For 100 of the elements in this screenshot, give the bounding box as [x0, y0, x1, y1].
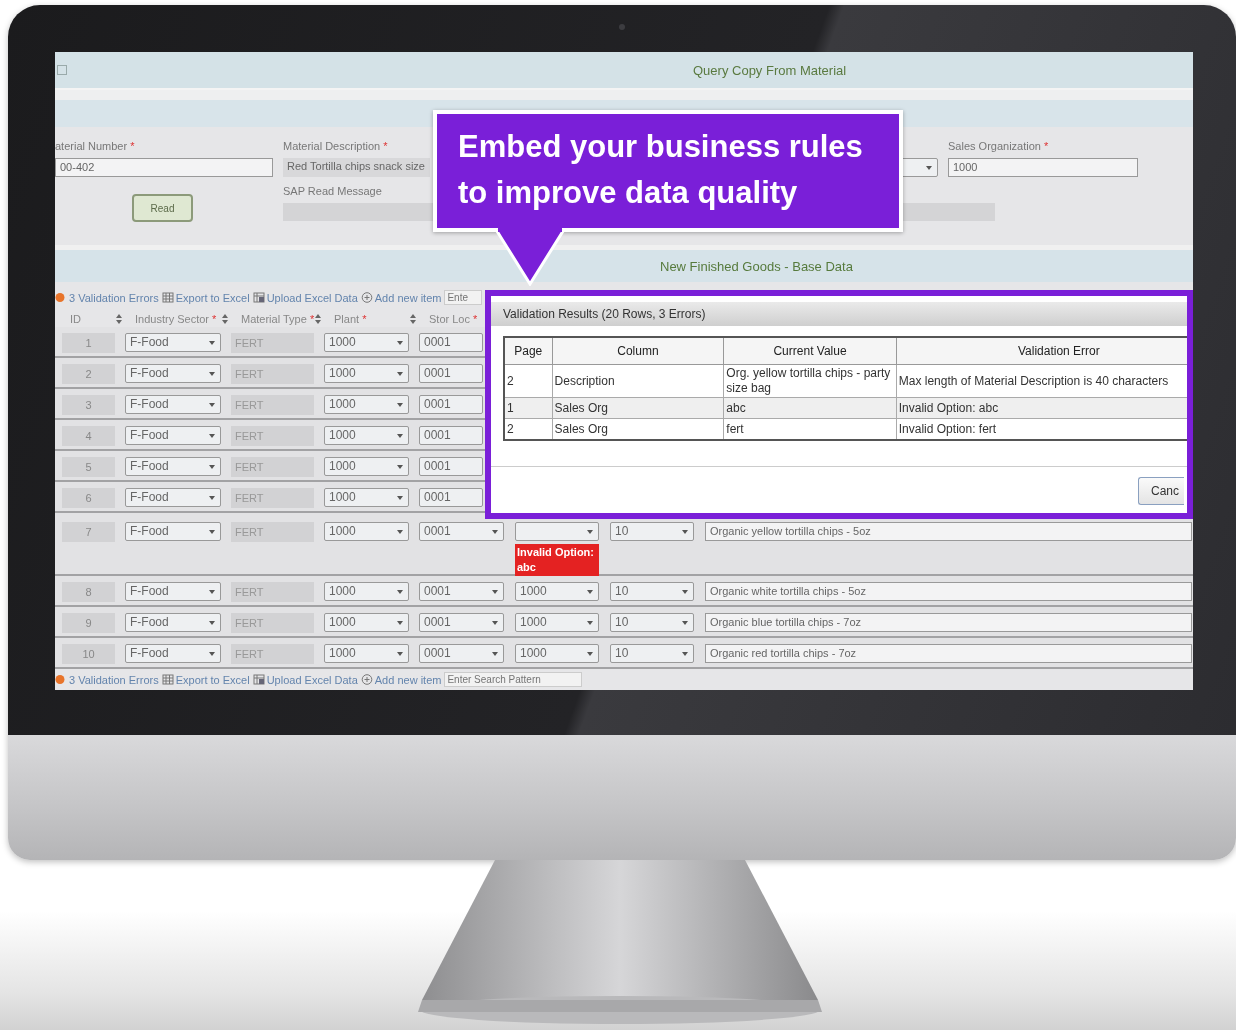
select-field[interactable] [515, 522, 599, 541]
select-field[interactable]: 1000 [515, 613, 599, 632]
select-field[interactable]: 1000 [324, 364, 409, 383]
caret-icon [397, 403, 403, 407]
table-cell: 2 [504, 418, 553, 440]
caret-icon [587, 652, 593, 656]
search-field[interactable]: Enter Search Pattern [444, 672, 583, 687]
table-cell: FERT [231, 488, 314, 508]
table-cell: FERT [231, 613, 314, 633]
column-header: Page [504, 337, 553, 365]
select-field[interactable]: 0001 [419, 426, 483, 445]
select-field[interactable]: 10 [610, 522, 694, 541]
callout-pointer [495, 228, 565, 286]
select-field[interactable]: 0001 [419, 522, 504, 541]
material-description-field: Red Tortilla chips snack size [283, 158, 430, 177]
column-header[interactable]: ID [70, 312, 81, 325]
sort-icon[interactable] [410, 313, 416, 324]
select-field[interactable]: 0001 [419, 457, 483, 476]
caret-icon [682, 590, 688, 594]
select-field[interactable]: F-Food [125, 364, 221, 383]
column-header: Validation Error [896, 337, 1187, 365]
table-cell: 1 [504, 397, 553, 419]
upload-link[interactable]: Upload Excel Data [252, 291, 358, 304]
select-field[interactable]: 1000 [324, 613, 409, 632]
caret-icon [209, 621, 215, 625]
select-field[interactable]: 1000 [324, 644, 409, 663]
select-field[interactable]: 1000 [324, 457, 409, 476]
select-field[interactable]: F-Food [125, 644, 221, 663]
add-item-link[interactable]: Add new item [360, 291, 442, 304]
select-field[interactable]: 0001 [419, 613, 504, 632]
select-field[interactable]: F-Food [125, 582, 221, 601]
add-item-link[interactable]: Add new item [360, 673, 442, 686]
read-button[interactable]: Read [132, 194, 193, 222]
material-number-field[interactable]: 00-402 [55, 158, 273, 177]
column-header[interactable]: Plant * [334, 312, 367, 325]
caret-icon [397, 652, 403, 656]
spreadsheet-upload-icon [252, 674, 265, 685]
cancel-button[interactable]: Canc [1138, 477, 1184, 505]
caret-icon [926, 166, 932, 170]
caret-icon [209, 403, 215, 407]
select-field[interactable]: F-Food [125, 488, 221, 507]
column-header[interactable]: Material Type * [241, 312, 315, 325]
select-field[interactable]: 1000 [515, 644, 599, 663]
caret-icon [492, 652, 498, 656]
table-cell: FERT [231, 644, 314, 664]
select-field[interactable]: 0001 [419, 395, 483, 414]
validation-errors-link[interactable]: 3 Validation Errors [55, 673, 159, 686]
caret-icon [682, 652, 688, 656]
export-link[interactable]: Export to Excel [161, 291, 250, 304]
column-header[interactable]: Stor Loc * [429, 312, 478, 325]
select-field[interactable]: 1000 [324, 582, 409, 601]
select-field[interactable]: 1000 [324, 522, 409, 541]
select-field[interactable]: F-Food [125, 522, 221, 541]
caret-icon [209, 652, 215, 656]
checkbox[interactable] [57, 65, 67, 75]
caret-icon [209, 434, 215, 438]
select-field[interactable]: 1000 [515, 582, 599, 601]
add-icon [360, 674, 373, 685]
select-field[interactable]: 10 [610, 582, 694, 601]
select-field[interactable]: 1000 [324, 333, 409, 352]
select-field[interactable]: F-Food [125, 333, 221, 352]
select-field[interactable]: 0001 [419, 488, 483, 507]
spreadsheet-upload-icon [252, 292, 265, 303]
caret-icon [209, 465, 215, 469]
select-field[interactable]: 0001 [419, 582, 504, 601]
text-field[interactable]: Organic blue tortilla chips - 7oz [705, 613, 1192, 632]
caret-icon [397, 590, 403, 594]
field-label: aterial Number * [55, 140, 135, 154]
text-field[interactable]: Organic white tortilla chips - 5oz [705, 582, 1192, 601]
select-field[interactable]: 0001 [419, 644, 504, 663]
caret-icon [397, 341, 403, 345]
sort-icon[interactable] [116, 313, 122, 324]
upload-link[interactable]: Upload Excel Data [252, 673, 358, 686]
select-field[interactable]: F-Food [125, 426, 221, 445]
select-field[interactable]: F-Food [125, 613, 221, 632]
caret-icon [587, 621, 593, 625]
caret-icon [397, 621, 403, 625]
select-field[interactable]: 1000 [324, 426, 409, 445]
validation-errors-link[interactable]: 3 Validation Errors [55, 291, 159, 304]
select-field[interactable]: 10 [610, 644, 694, 663]
sort-icon[interactable] [315, 313, 321, 324]
caret-icon [397, 496, 403, 500]
error-icon [55, 674, 67, 685]
text-field[interactable]: Organic red tortilla chips - 7oz [705, 644, 1192, 663]
search-field[interactable]: Ente [444, 290, 483, 305]
select-field[interactable]: F-Food [125, 395, 221, 414]
select-field[interactable]: 0001 [419, 333, 483, 352]
select-field[interactable]: 10 [610, 613, 694, 632]
select-field[interactable]: 1000 [324, 395, 409, 414]
text-field[interactable]: Organic yellow tortilla chips - 5oz [705, 522, 1192, 541]
table-cell: FERT [231, 457, 314, 477]
table-cell: fert [723, 418, 897, 440]
sales-organization-field[interactable]: 1000 [948, 158, 1138, 177]
select-field[interactable]: 0001 [419, 364, 483, 383]
select-field[interactable]: 1000 [324, 488, 409, 507]
caret-icon [397, 530, 403, 534]
column-header[interactable]: Industry Sector * [135, 312, 217, 325]
export-link[interactable]: Export to Excel [161, 673, 250, 686]
sort-icon[interactable] [222, 313, 228, 324]
select-field[interactable]: F-Food [125, 457, 221, 476]
